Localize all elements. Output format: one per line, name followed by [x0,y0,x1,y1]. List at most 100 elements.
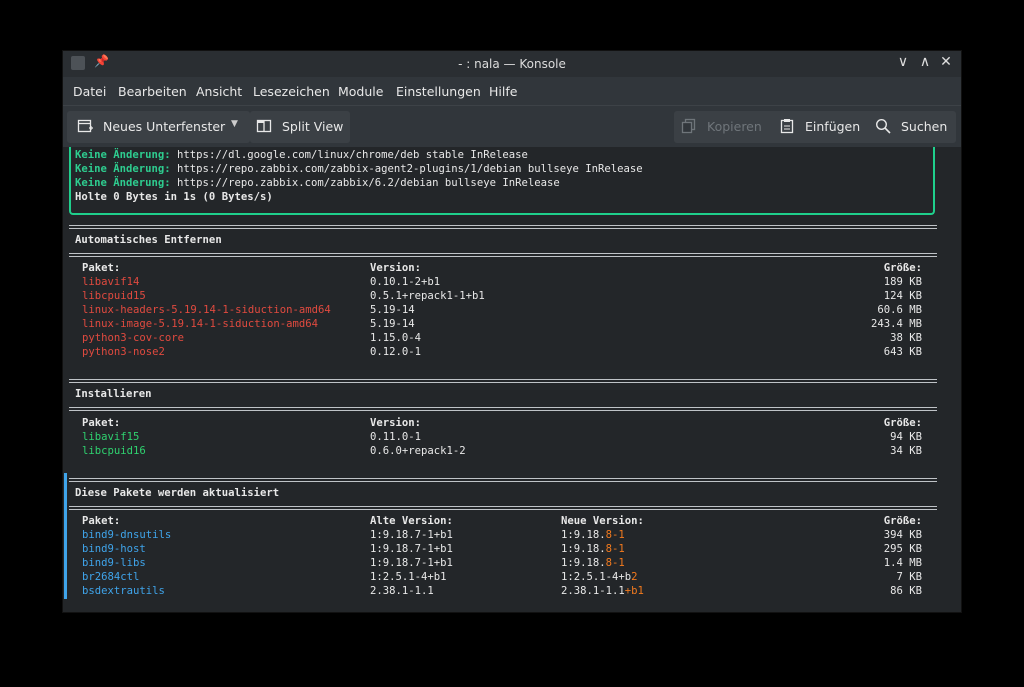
fetch-summary: Holte 0 Bytes in 1s (0 Bytes/s) [75,191,273,203]
remove-size: 643 KB [884,346,922,358]
close-button[interactable]: ✕ [937,54,955,70]
fetch-line: Keine Änderung: https://dl.google.com/li… [75,149,528,161]
search-button[interactable]: Suchen [875,112,947,140]
install-size: 94 KB [890,431,922,443]
separator [69,407,937,411]
remove-size: 243.4 MB [871,318,922,330]
remove-version: 5.19-14 [370,318,415,330]
konsole-window: 📌 - : nala — Konsole ∨ ∧ ✕ Datei Bearbei… [62,50,962,613]
copy-button[interactable]: Kopieren [681,112,762,140]
upgrade-package: bind9-host [82,543,146,555]
search-label: Suchen [901,119,947,134]
search-icon [875,118,891,134]
upgrade-section-bar [64,473,67,599]
remove-package: libcpuid15 [82,290,146,302]
copy-label: Kopieren [707,119,762,134]
upgrade-header-size: Größe: [884,515,922,527]
upgrade-package: bind9-dnsutils [82,529,171,541]
remove-version: 0.12.0-1 [370,346,421,358]
copy-icon [681,118,697,134]
paste-label: Einfügen [805,119,860,134]
remove-package: linux-image-5.19.14-1-siduction-amd64 [82,318,318,330]
upgrade-size: 7 KB [896,571,922,583]
separator [69,506,937,510]
maximize-button[interactable]: ∧ [916,54,934,70]
upgrade-new-version: 1:9.18.8-1 [561,529,625,541]
install-version: 0.6.0+repack1-2 [370,445,466,457]
window-title: - : nala — Konsole [63,57,961,71]
menu-datei[interactable]: Datei [73,84,106,99]
menubar: Datei Bearbeiten Ansicht Lesezeichen Mod… [63,77,961,105]
upgrade-old-version: 1:9.18.7-1+b1 [370,543,453,555]
remove-size: 189 KB [884,276,922,288]
install-header-size: Größe: [884,417,922,429]
remove-version: 1.15.0-4 [370,332,421,344]
remove-section-title: Automatisches Entfernen [75,234,222,246]
upgrade-package: bsdextrautils [82,585,165,597]
install-header-package: Paket: [82,417,120,429]
remove-header-package: Paket: [82,262,120,274]
install-section-title: Installieren [75,388,152,400]
titlebar: 📌 - : nala — Konsole ∨ ∧ ✕ [63,51,961,77]
remove-package: linux-headers-5.19.14-1-siduction-amd64 [82,304,331,316]
install-version: 0.11.0-1 [370,431,421,443]
terminal-area[interactable]: Keine Änderung: https://dl.google.com/li… [63,147,961,612]
remove-version: 5.19-14 [370,304,415,316]
install-header-version: Version: [370,417,421,429]
split-view-button[interactable]: Split View [256,112,343,140]
remove-package: python3-nose2 [82,346,165,358]
remove-package: libavif14 [82,276,139,288]
install-size: 34 KB [890,445,922,457]
remove-size: 60.6 MB [877,304,922,316]
minimize-button[interactable]: ∨ [894,54,912,70]
remove-version: 0.10.1-2+b1 [370,276,440,288]
remove-header-size: Größe: [884,262,922,274]
paste-icon [779,118,795,134]
menu-lesezeichen[interactable]: Lesezeichen [253,84,330,99]
upgrade-package: br2684ctl [82,571,139,583]
separator [69,225,937,229]
new-tab-label: Neues Unterfenster [103,119,225,134]
new-tab-icon [77,118,93,134]
upgrade-header-package: Paket: [82,515,120,527]
upgrade-new-version: 2.38.1-1.1+b1 [561,585,644,597]
upgrade-size: 295 KB [884,543,922,555]
install-package: libcpuid16 [82,445,146,457]
upgrade-old-version: 2.38.1-1.1 [370,585,434,597]
new-tab-button[interactable]: Neues Unterfenster [77,112,225,140]
upgrade-section-title: Diese Pakete werden aktualisiert [75,487,279,499]
upgrade-new-version: 1:9.18.8-1 [561,557,625,569]
remove-size: 38 KB [890,332,922,344]
upgrade-old-version: 1:9.18.7-1+b1 [370,557,453,569]
split-view-icon [256,118,272,134]
split-view-label: Split View [282,119,343,134]
upgrade-old-version: 1:9.18.7-1+b1 [370,529,453,541]
paste-button[interactable]: Einfügen [779,112,860,140]
upgrade-old-version: 1:2.5.1-4+b1 [370,571,447,583]
menu-einstellungen[interactable]: Einstellungen [396,84,481,99]
menu-bearbeiten[interactable]: Bearbeiten [118,84,187,99]
remove-package: python3-cov-core [82,332,184,344]
upgrade-header-old: Alte Version: [370,515,453,527]
separator [69,478,937,482]
toolbar: Neues Unterfenster ▼ Split View Kopieren… [63,105,961,148]
upgrade-new-version: 1:2.5.1-4+b2 [561,571,638,583]
upgrade-new-version: 1:9.18.8-1 [561,543,625,555]
menu-ansicht[interactable]: Ansicht [196,84,242,99]
separator [69,379,937,383]
menu-hilfe[interactable]: Hilfe [489,84,517,99]
remove-header-version: Version: [370,262,421,274]
upgrade-size: 1.4 MB [884,557,922,569]
remove-version: 0.5.1+repack1-1+b1 [370,290,485,302]
install-package: libavif15 [82,431,139,443]
remove-size: 124 KB [884,290,922,302]
fetch-line: Keine Änderung: https://repo.zabbix.com/… [75,163,643,175]
separator [69,253,937,257]
upgrade-size: 86 KB [890,585,922,597]
menu-module[interactable]: Module [338,84,383,99]
upgrade-size: 394 KB [884,529,922,541]
upgrade-header-new: Neue Version: [561,515,644,527]
new-tab-dropdown-icon[interactable]: ▼ [231,119,238,129]
upgrade-package: bind9-libs [82,557,146,569]
fetch-line: Keine Änderung: https://repo.zabbix.com/… [75,177,560,189]
